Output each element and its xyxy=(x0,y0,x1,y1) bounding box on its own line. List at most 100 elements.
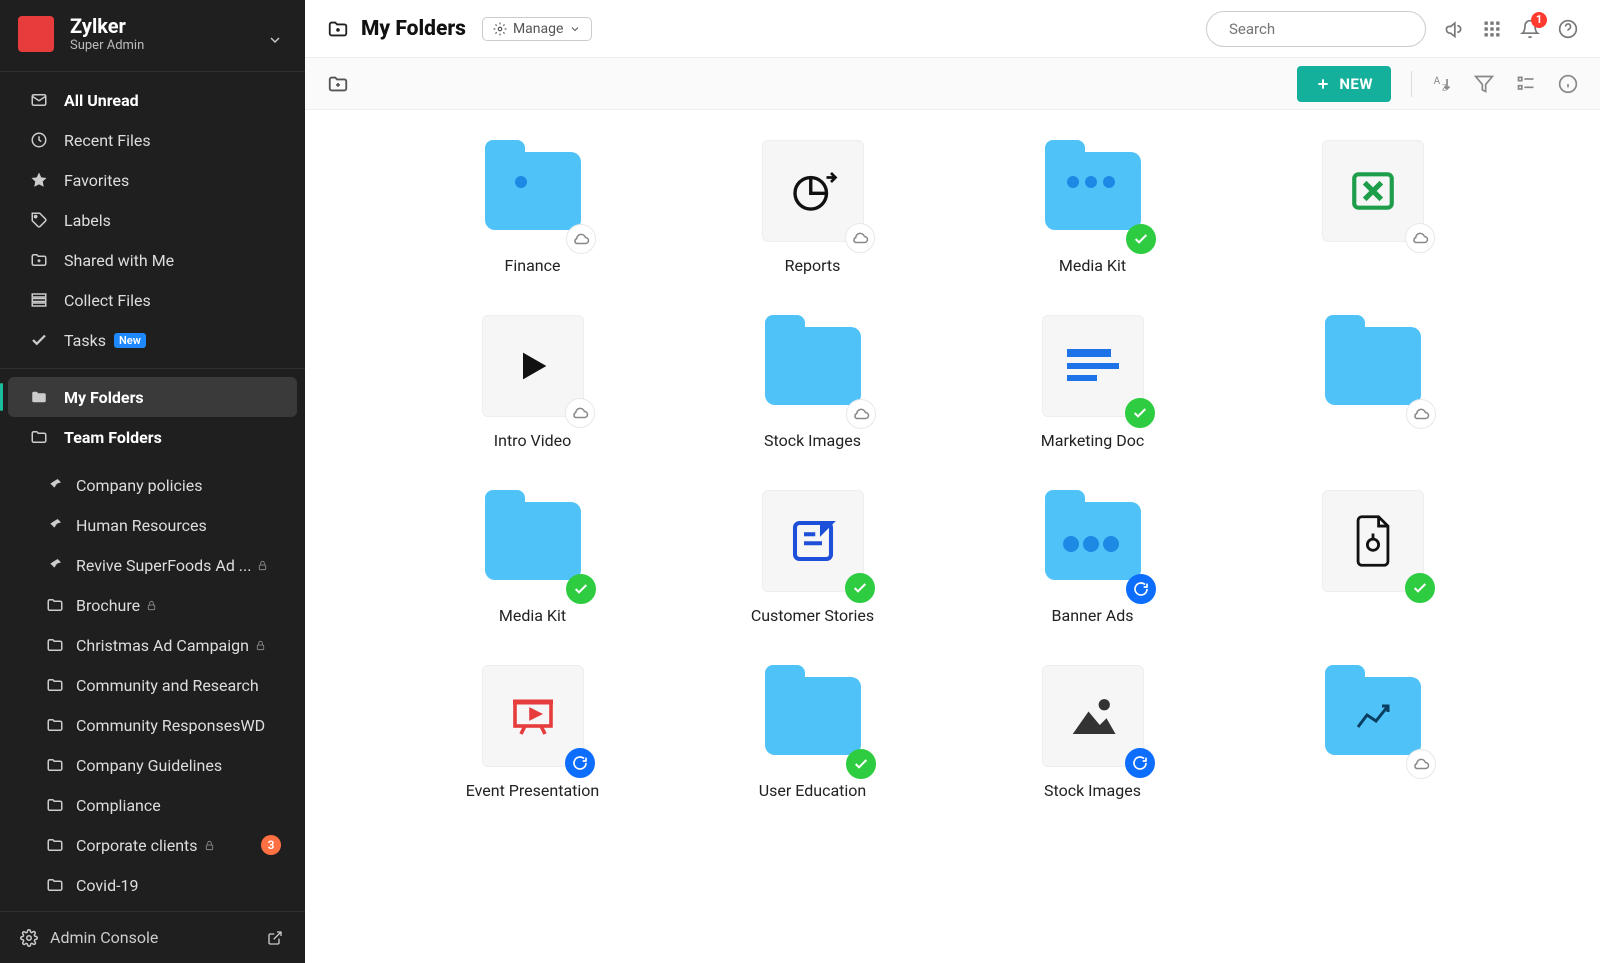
check-icon xyxy=(566,574,596,604)
sidebar-item-label: Recent Files xyxy=(64,131,151,150)
brand-header[interactable]: Zylker Super Admin xyxy=(0,0,305,67)
sidebar-item-labels[interactable]: Labels xyxy=(0,200,305,240)
toolbar: NEW AZ xyxy=(305,58,1600,110)
team-folder-icon xyxy=(44,716,66,734)
sidebar-item-revive-superfoods-ad-[interactable]: Revive SuperFoods Ad ... xyxy=(0,545,305,585)
grid-item[interactable]: Intro Video xyxy=(403,315,663,450)
topbar: My Folders Manage 1 xyxy=(305,0,1600,58)
grid-item[interactable] xyxy=(1243,665,1503,800)
help-icon[interactable] xyxy=(1558,19,1578,39)
sidebar-item-christmas-ad-campaign[interactable]: Christmas Ad Campaign xyxy=(0,625,305,665)
sidebar-item-label: Human Resources xyxy=(76,516,207,535)
manage-label: Manage xyxy=(513,21,563,37)
notifications-icon[interactable]: 1 xyxy=(1520,19,1540,39)
admin-console-link[interactable]: Admin Console xyxy=(0,911,305,963)
pin-icon xyxy=(44,557,66,573)
check-icon xyxy=(28,331,50,349)
grid-item[interactable]: Reports xyxy=(683,140,943,275)
folder-thumb xyxy=(1042,490,1144,592)
sidebar-item-community-and-research[interactable]: Community and Research xyxy=(0,665,305,705)
sidebar-item-covid-19[interactable]: Covid-19 xyxy=(0,865,305,905)
sort-icon[interactable]: AZ xyxy=(1432,74,1452,94)
filter-icon[interactable] xyxy=(1474,74,1494,94)
sidebar-item-community-responseswd[interactable]: Community ResponsesWD xyxy=(0,705,305,745)
sidebar-item-label: Team Folders xyxy=(64,428,162,447)
file-thumb xyxy=(762,140,864,242)
apps-grid-icon[interactable] xyxy=(1482,19,1502,39)
sidebar-item-team-folders[interactable]: Team Folders xyxy=(0,417,305,457)
folder-thumb xyxy=(762,665,864,767)
sidebar-item-collect-files[interactable]: Collect Files xyxy=(0,280,305,320)
sidebar-item-compliance[interactable]: Compliance xyxy=(0,785,305,825)
grid-item[interactable] xyxy=(1243,490,1503,625)
new-button[interactable]: NEW xyxy=(1297,66,1391,102)
sidebar-item-all-unread[interactable]: All Unread xyxy=(0,80,305,120)
sidebar-item-label: Corporate clients xyxy=(76,836,198,855)
sidebar-item-label: My Folders xyxy=(64,388,144,407)
brand-logo xyxy=(18,16,54,52)
check-icon xyxy=(1405,573,1435,603)
grid-item[interactable]: Stock Images xyxy=(963,665,1223,800)
new-button-label: NEW xyxy=(1339,75,1373,93)
grid-item[interactable]: Media Kit xyxy=(403,490,663,625)
view-options-icon[interactable] xyxy=(1516,74,1536,94)
item-name: Media Kit xyxy=(1059,256,1126,275)
shared-icon xyxy=(28,251,50,269)
sidebar-item-label: All Unread xyxy=(64,91,139,110)
grid-item[interactable] xyxy=(1243,315,1503,450)
grid-item[interactable]: Stock Images xyxy=(683,315,943,450)
team-folder-icon xyxy=(44,796,66,814)
sidebar-item-company-guidelines[interactable]: Company Guidelines xyxy=(0,745,305,785)
team-folder-icon xyxy=(44,876,66,894)
sidebar-item-brochure[interactable]: Brochure xyxy=(0,585,305,625)
cloud-icon xyxy=(565,398,595,428)
cloud-icon xyxy=(845,223,875,253)
manage-button[interactable]: Manage xyxy=(482,17,592,41)
sidebar-item-company-policies[interactable]: Company policies xyxy=(0,465,305,505)
sidebar-item-tasks[interactable]: TasksNew xyxy=(0,320,305,360)
file-thumb xyxy=(762,490,864,592)
check-icon xyxy=(1126,224,1156,254)
sidebar-item-label: Shared with Me xyxy=(64,251,174,270)
grid-item[interactable]: Banner Ads xyxy=(963,490,1223,625)
sidebar-item-label: Labels xyxy=(64,211,111,230)
chevron-down-icon xyxy=(569,23,581,35)
lock-icon xyxy=(255,640,266,651)
grid-item[interactable]: Marketing Doc xyxy=(963,315,1223,450)
sidebar-item-shared-with-me[interactable]: Shared with Me xyxy=(0,240,305,280)
folder-icon xyxy=(327,18,349,40)
collect-icon xyxy=(28,291,50,309)
megaphone-icon[interactable] xyxy=(1444,19,1464,39)
team-folder-icon xyxy=(44,836,66,854)
sidebar-item-favorites[interactable]: Favorites xyxy=(0,160,305,200)
cloud-icon xyxy=(1406,399,1436,429)
grid-item[interactable]: User Education xyxy=(683,665,943,800)
chevron-down-icon[interactable] xyxy=(267,32,283,48)
item-name: Intro Video xyxy=(494,431,572,450)
star-icon xyxy=(28,171,50,189)
item-name: Stock Images xyxy=(1044,781,1141,800)
sidebar: Zylker Super Admin All Unread Recent File… xyxy=(0,0,305,963)
search-field[interactable] xyxy=(1229,20,1428,38)
grid-item[interactable]: Finance xyxy=(403,140,663,275)
team-folder-icon xyxy=(44,636,66,654)
grid-item[interactable]: Event Presentation xyxy=(403,665,663,800)
sidebar-item-corporate-clients[interactable]: Corporate clients3 xyxy=(0,825,305,865)
grid-item[interactable] xyxy=(1243,140,1503,275)
grid-item[interactable]: Media Kit xyxy=(963,140,1223,275)
search-input[interactable] xyxy=(1206,11,1426,47)
cloud-icon xyxy=(1406,749,1436,779)
sidebar-item-label: Company policies xyxy=(76,476,203,495)
main: My Folders Manage 1 xyxy=(305,0,1600,963)
folder-thumb xyxy=(1042,140,1144,242)
new-folder-icon[interactable] xyxy=(327,73,349,95)
sidebar-item-human-resources[interactable]: Human Resources xyxy=(0,505,305,545)
grid-item[interactable]: Customer Stories xyxy=(683,490,943,625)
info-icon[interactable] xyxy=(1558,74,1578,94)
sidebar-item-my-folders[interactable]: My Folders xyxy=(8,377,297,417)
item-name: Reports xyxy=(785,256,841,275)
sidebar-item-label: Collect Files xyxy=(64,291,151,310)
divider xyxy=(1411,71,1412,97)
content-area: Finance Reports Media Kit Intro Video Stock … xyxy=(305,110,1600,963)
sidebar-item-recent-files[interactable]: Recent Files xyxy=(0,120,305,160)
